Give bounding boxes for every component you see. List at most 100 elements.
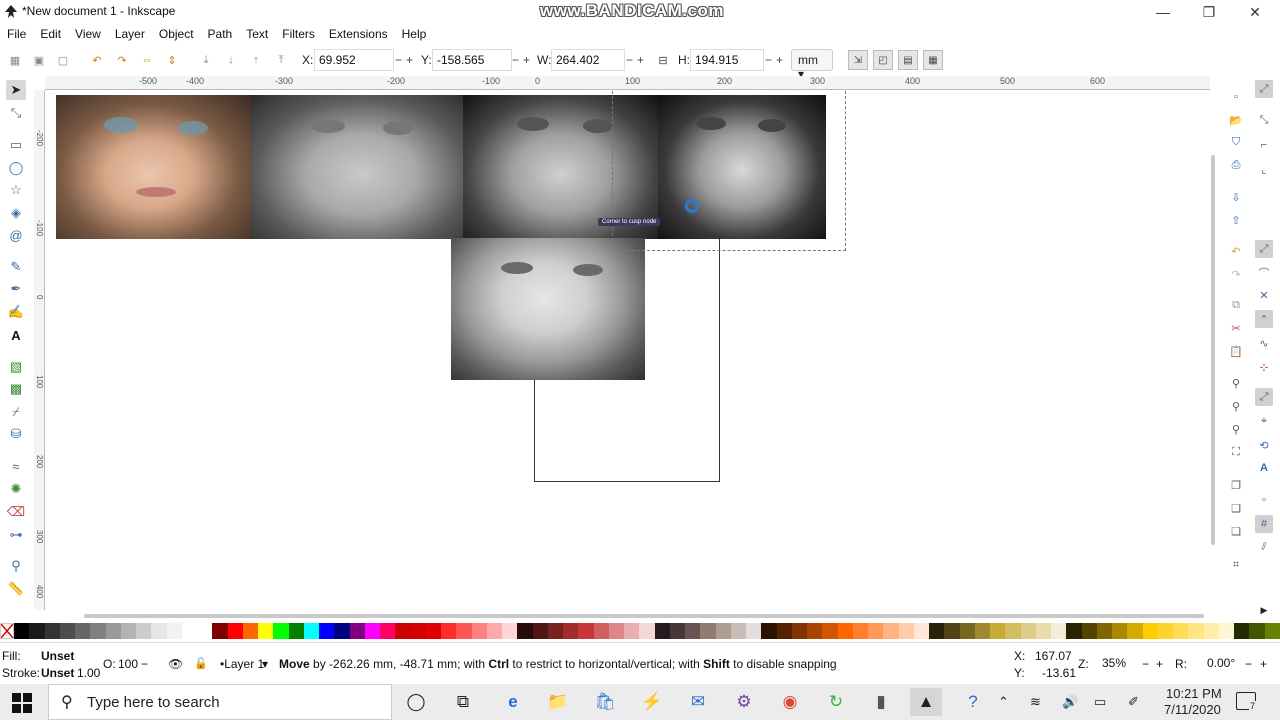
snap-nodes-icon[interactable]: ⤢ [1255, 240, 1273, 258]
color-swatch[interactable] [730, 623, 746, 639]
color-swatch[interactable] [685, 623, 701, 639]
vertical-ruler[interactable]: -200 -100 0 100 200 300 400 [34, 90, 45, 610]
gradient-tool-icon[interactable]: ▧ [6, 357, 26, 377]
redo-icon[interactable]: ↷ [1227, 265, 1245, 283]
zoom-decrement-button[interactable]: − [1142, 657, 1149, 671]
minimize-button[interactable]: — [1140, 0, 1186, 24]
dropper-tool-icon[interactable]: ⌿ [6, 402, 26, 422]
pen-icon[interactable]: ✐ [1128, 694, 1139, 710]
color-swatch[interactable] [791, 623, 807, 639]
snap-center-icon[interactable]: ⌖ [1255, 412, 1273, 430]
menu-help[interactable]: Help [395, 24, 434, 44]
color-swatch[interactable] [1020, 623, 1036, 639]
color-swatch[interactable] [303, 623, 319, 639]
layer-select[interactable]: •Layer 1 [220, 657, 264, 671]
zoom-tool-icon[interactable]: ⚲ [6, 556, 26, 576]
color-swatch[interactable] [227, 623, 243, 639]
color-swatch[interactable] [1051, 623, 1067, 639]
color-swatch[interactable] [90, 623, 106, 639]
color-swatch[interactable] [1081, 623, 1097, 639]
color-swatch[interactable] [212, 623, 228, 639]
snap-midpoint-icon[interactable]: ⊹ [1255, 358, 1273, 376]
transform-gradients-icon[interactable]: ▤ [898, 50, 918, 70]
inkscape-taskbar-icon[interactable]: ▲ [910, 688, 942, 716]
color-swatch[interactable] [242, 623, 258, 639]
chevron-down-icon[interactable]: ▾ [262, 657, 268, 671]
import-icon[interactable]: ⇩ [1227, 188, 1245, 206]
color-swatch[interactable] [349, 623, 365, 639]
color-swatch[interactable] [608, 623, 624, 639]
color-swatch[interactable] [517, 623, 533, 639]
pen-tool-icon[interactable]: ✒ [6, 279, 26, 299]
color-swatch[interactable] [75, 623, 91, 639]
rotation-decrement-button[interactable]: − [1245, 657, 1252, 671]
select-all-layers-icon[interactable]: ▣ [30, 51, 48, 69]
scale-stroke-icon[interactable]: ⇲ [848, 50, 868, 70]
ellipse-tool-icon[interactable]: ◯ [6, 158, 26, 178]
menu-object[interactable]: Object [152, 24, 201, 44]
hide-layer-icon[interactable]: 👁 [168, 657, 183, 671]
spray-tool-icon[interactable]: ✺ [6, 479, 26, 499]
color-swatch[interactable] [486, 623, 502, 639]
color-swatch[interactable] [166, 623, 182, 639]
color-swatch[interactable] [776, 623, 792, 639]
color-swatch[interactable] [29, 623, 45, 639]
chrome-icon[interactable]: ◉ [774, 688, 806, 716]
h-input[interactable]: 194.915 [690, 49, 764, 71]
color-swatch[interactable] [898, 623, 914, 639]
menu-layer[interactable]: Layer [108, 24, 152, 44]
menu-edit[interactable]: Edit [33, 24, 68, 44]
snap-smooth-icon[interactable]: ∿ [1255, 334, 1273, 352]
x-increment-button[interactable]: + [406, 53, 413, 67]
lock-proportions-icon[interactable]: ⊟ [654, 51, 672, 69]
snap-rotation-center-icon[interactable]: ⟲ [1255, 436, 1273, 454]
color-swatch[interactable] [654, 623, 670, 639]
x-decrement-button[interactable]: − [395, 53, 402, 67]
tray-chevron-icon[interactable]: ⌃ [998, 694, 1009, 710]
color-swatch[interactable] [364, 623, 380, 639]
color-swatch[interactable] [959, 623, 975, 639]
color-swatch[interactable] [1142, 623, 1158, 639]
color-swatch[interactable] [151, 623, 167, 639]
app-settings-icon[interactable]: ⚙ [728, 688, 760, 716]
volume-icon[interactable]: 🔊 [1062, 694, 1078, 710]
duplicate-icon[interactable]: ❐ [1227, 476, 1245, 494]
lock-layer-icon[interactable]: 🔓 [194, 657, 208, 670]
zoom-input[interactable]: 35% [1098, 653, 1138, 675]
battery-icon[interactable]: ▭ [1094, 694, 1106, 710]
rotate-cw-icon[interactable]: ↷ [113, 51, 131, 69]
menu-file[interactable]: File [0, 24, 33, 44]
color-swatch[interactable] [1035, 623, 1051, 639]
pencil-tool-icon[interactable]: ✎ [6, 257, 26, 277]
y-decrement-button[interactable]: − [512, 53, 519, 67]
color-swatch[interactable] [563, 623, 579, 639]
flip-vertical-icon[interactable]: ⇕ [163, 51, 181, 69]
color-swatch[interactable] [761, 623, 777, 639]
export-icon[interactable]: ⇧ [1227, 211, 1245, 229]
color-swatch[interactable] [1096, 623, 1112, 639]
color-swatch[interactable] [380, 623, 396, 639]
color-swatch[interactable] [395, 623, 411, 639]
color-swatch[interactable] [852, 623, 868, 639]
color-swatch[interactable] [746, 623, 762, 639]
vertical-scrollbar[interactable] [1211, 155, 1215, 545]
zoom-page-icon[interactable]: ⚲ [1227, 420, 1245, 438]
menu-extensions[interactable]: Extensions [322, 24, 395, 44]
snap-text-baseline-icon[interactable]: A [1255, 459, 1273, 477]
eraser-tool-icon[interactable]: ⌫ [6, 502, 26, 522]
color-swatch[interactable] [319, 623, 335, 639]
xml-editor-icon[interactable]: ⌗ [1227, 556, 1245, 574]
copy-icon[interactable]: ⧉ [1227, 296, 1245, 314]
color-swatch[interactable] [181, 623, 197, 639]
snap-intersection-icon[interactable]: ✕ [1255, 286, 1273, 304]
w-decrement-button[interactable]: − [626, 53, 633, 67]
zoom-increment-button[interactable]: + [1156, 657, 1163, 671]
raise-to-top-icon[interactable]: ⤒ [272, 51, 290, 69]
y-input[interactable]: -158.565 [432, 49, 512, 71]
fit-page-icon[interactable]: ⛶ [1227, 443, 1245, 461]
app-printer-icon[interactable]: ▮ [865, 688, 897, 716]
color-swatch[interactable] [639, 623, 655, 639]
stroke-width[interactable]: 1.00 [77, 666, 100, 680]
posterized-photo[interactable] [451, 238, 645, 380]
snap-page-border-icon[interactable]: ▫ [1255, 491, 1273, 509]
